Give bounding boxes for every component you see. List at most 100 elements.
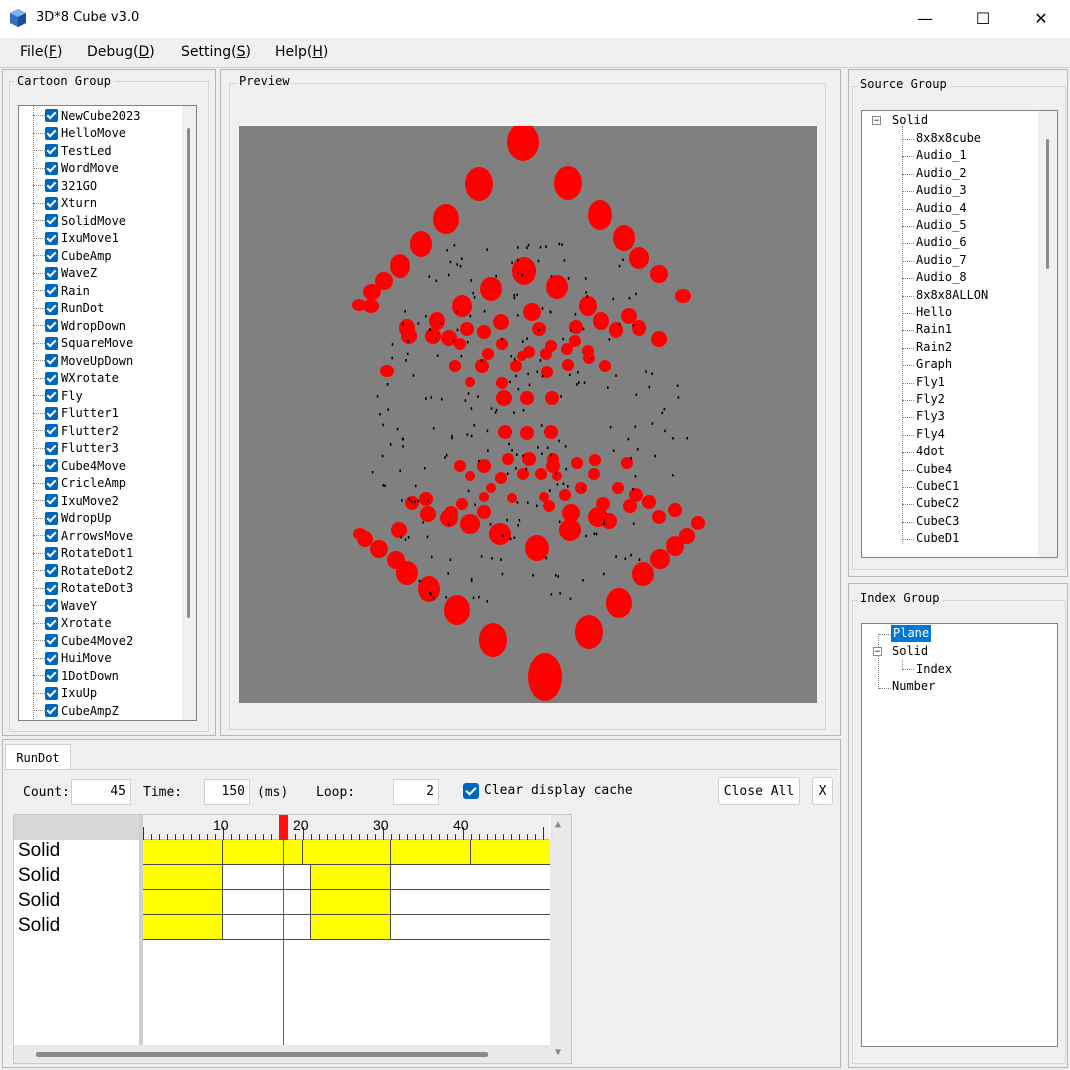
cartoon-item[interactable]: WaveZ — [45, 265, 97, 282]
scroll-up-icon[interactable]: ▲ — [555, 819, 561, 830]
loop-input[interactable]: 2 — [393, 779, 439, 805]
timeline-frame-cell[interactable] — [391, 890, 551, 915]
timeline-frame-cell[interactable] — [143, 865, 223, 890]
checkbox-icon[interactable] — [45, 476, 58, 490]
source-item[interactable]: Hello — [916, 304, 952, 321]
source-item[interactable]: CubeC2 — [916, 495, 959, 512]
checkbox-icon[interactable] — [45, 284, 58, 297]
checkbox-icon[interactable] — [45, 564, 58, 577]
checkbox-icon[interactable] — [45, 459, 58, 472]
index-solid-item[interactable]: Solid — [892, 643, 928, 660]
source-item[interactable]: Audio_7 — [916, 252, 967, 269]
x-button[interactable]: X — [812, 777, 833, 805]
cartoon-item[interactable]: CricleAmp — [45, 475, 126, 492]
cartoon-item[interactable]: Xturn — [45, 195, 97, 212]
checkbox-icon[interactable] — [45, 319, 58, 332]
checkbox-icon[interactable] — [45, 494, 58, 507]
checkbox-icon[interactable] — [45, 686, 58, 700]
checkbox-icon[interactable] — [45, 144, 58, 157]
cartoon-item[interactable]: HuiMove — [45, 650, 112, 667]
cartoon-tree[interactable]: NewCube2023 HelloMove TestLed WordMove 3… — [18, 105, 197, 721]
source-item[interactable]: CubeC1 — [916, 478, 959, 495]
menu-setting[interactable]: Setting(S) — [181, 44, 251, 60]
cartoon-item[interactable]: RunDot — [45, 300, 104, 317]
source-item[interactable]: Audio_6 — [916, 234, 967, 251]
menu-debug[interactable]: Debug(D) — [87, 44, 155, 60]
checkbox-icon[interactable] — [45, 231, 58, 245]
source-item[interactable]: Rain1 — [916, 321, 952, 338]
checkbox-icon[interactable] — [45, 424, 58, 437]
timeline-frame-cell[interactable] — [391, 840, 471, 865]
cartoon-item[interactable]: NewCube2023 — [45, 107, 140, 124]
timeline-frame-cell[interactable] — [143, 890, 223, 915]
checkbox-icon[interactable] — [45, 651, 58, 665]
cartoon-item[interactable]: IxuMove2 — [45, 492, 119, 509]
source-item[interactable]: Audio_3 — [916, 182, 967, 199]
checkbox-icon[interactable] — [45, 179, 58, 192]
checkbox-icon[interactable] — [45, 581, 58, 595]
timeline-frame-cell[interactable] — [223, 915, 311, 940]
cartoon-item[interactable]: RotateDot3 — [45, 580, 133, 597]
source-item[interactable]: CubeC3 — [916, 513, 959, 530]
source-item[interactable]: Audio_8 — [916, 269, 967, 286]
cartoon-item[interactable]: WdropUp — [45, 510, 112, 527]
cartoon-item[interactable]: MoveUpDown — [45, 352, 133, 369]
close-all-button[interactable]: Close All — [718, 777, 800, 805]
cartoon-item[interactable]: SolidMove — [45, 212, 126, 229]
timeline-grid[interactable]: 10 20 30 40 Solid Solid Solid Solid ▲ ▼ — [13, 814, 572, 1064]
index-number-item[interactable]: Number — [892, 678, 935, 695]
cartoon-item[interactable]: Flutter2 — [45, 422, 119, 439]
timeline-frame-cell[interactable] — [311, 865, 391, 890]
timeline-frame-cell[interactable] — [391, 865, 551, 890]
cartoon-item[interactable]: ArrowsMove — [45, 527, 133, 544]
cartoon-item[interactable]: CubeAmpZ — [45, 702, 119, 719]
scroll-down-icon[interactable]: ▼ — [555, 1047, 561, 1058]
index-tree[interactable]: Plane − Solid Index Number — [861, 623, 1058, 1047]
index-plane-item[interactable]: Plane — [891, 625, 932, 642]
cartoon-item[interactable]: WaveY — [45, 597, 97, 614]
collapse-icon[interactable]: − — [872, 116, 881, 126]
source-item[interactable]: Audio_2 — [916, 165, 967, 182]
timeline-frame-cell[interactable] — [223, 865, 311, 890]
checkbox-icon[interactable] — [45, 371, 58, 385]
source-scroll-thumb[interactable] — [1046, 139, 1049, 269]
checkbox-icon[interactable] — [45, 406, 58, 420]
checkbox-icon[interactable] — [45, 511, 58, 525]
frame-ruler[interactable]: 10 20 30 40 — [143, 815, 549, 840]
source-item[interactable]: Fly3 — [916, 408, 945, 425]
cartoon-item[interactable]: Flutter3 — [45, 440, 119, 457]
source-item[interactable]: 4dot — [916, 443, 945, 460]
cartoon-item[interactable]: RotateDot2 — [45, 562, 133, 579]
checkbox-icon[interactable] — [45, 529, 58, 542]
minimize-button[interactable]: — — [896, 0, 954, 36]
source-item[interactable]: Audio_4 — [916, 200, 967, 217]
timeline-frame-cell[interactable] — [143, 840, 223, 865]
checkbox-icon[interactable] — [45, 336, 58, 350]
checkbox-icon[interactable] — [45, 354, 58, 367]
cartoon-item[interactable]: SquareMove — [45, 335, 133, 352]
cartoon-item[interactable]: WdropDown — [45, 317, 126, 334]
cartoon-item[interactable]: WordMove — [45, 160, 119, 177]
checkbox-icon[interactable] — [45, 704, 58, 717]
checkbox-icon[interactable] — [45, 441, 58, 455]
index-index-item[interactable]: Index — [916, 661, 952, 678]
source-scrollbar[interactable] — [1038, 111, 1057, 557]
source-tree[interactable]: − Solid 8x8x8cube Audio_1 Audio_2 Audio_3 Au… — [861, 110, 1058, 558]
cartoon-item[interactable]: RotateDot1 — [45, 545, 133, 562]
timeline-frame-cell[interactable] — [471, 840, 551, 865]
collapse-icon[interactable]: − — [873, 647, 882, 657]
clear-cache-checkbox[interactable] — [463, 783, 479, 799]
count-input[interactable]: 45 — [71, 779, 131, 805]
cartoon-scrollbar[interactable] — [182, 106, 196, 720]
cartoon-item[interactable]: 1DotDown — [45, 667, 119, 684]
checkbox-icon[interactable] — [45, 389, 58, 402]
checkbox-icon[interactable] — [45, 546, 58, 560]
source-item[interactable]: Graph — [916, 356, 952, 373]
time-input[interactable]: 150 — [204, 779, 250, 805]
cartoon-item[interactable]: CubeAmp — [45, 247, 112, 264]
source-item[interactable]: Fly4 — [916, 426, 945, 443]
timeline-frame-cell[interactable] — [311, 890, 391, 915]
source-item[interactable]: 8x8x8cube — [916, 130, 981, 147]
checkbox-icon[interactable] — [45, 109, 58, 122]
tab-rundot[interactable]: RunDot — [5, 744, 71, 770]
